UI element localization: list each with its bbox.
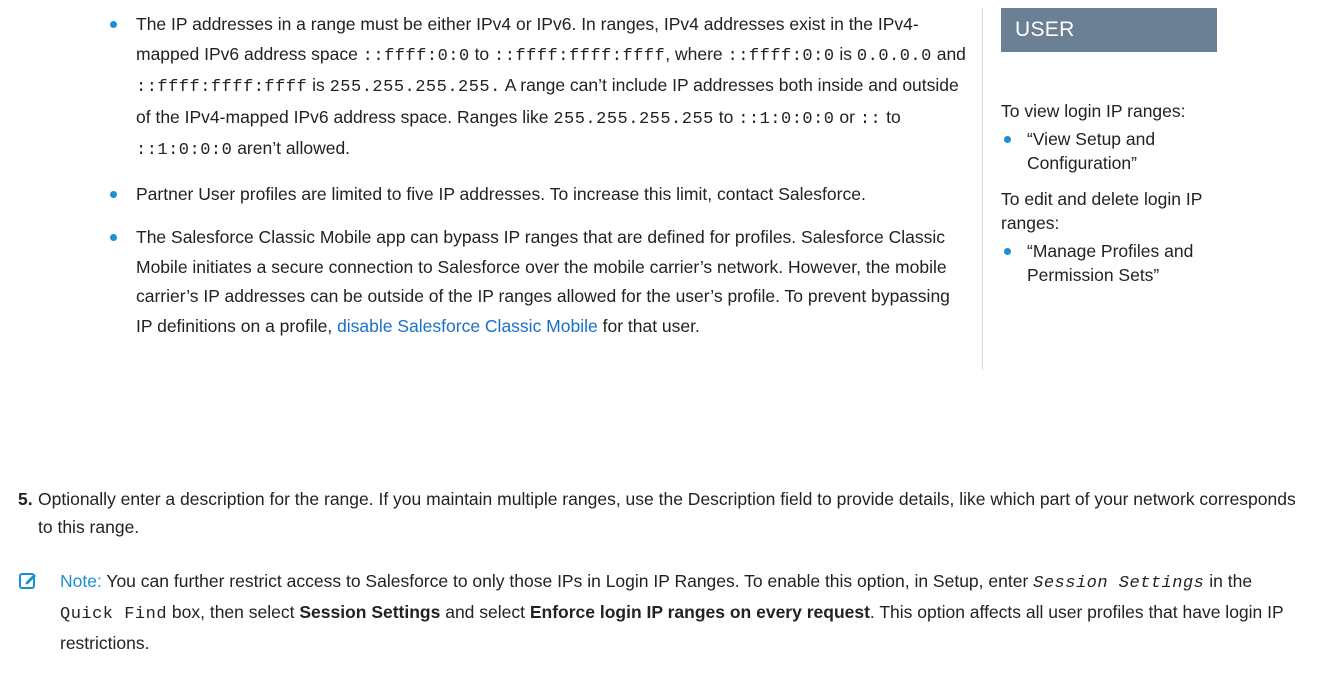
- code-text: 255.255.255.255.: [329, 78, 501, 97]
- note-text: Note: You can further restrict access to…: [60, 571, 1284, 653]
- requirements-list: The IP addresses in a range must be eith…: [110, 10, 970, 355]
- note-edit-icon: [18, 570, 38, 590]
- code-text: ::ffff:0:0: [727, 46, 835, 66]
- list-item: The IP addresses in a range must be eith…: [110, 10, 970, 166]
- step-5: 5. Optionally enter a description for th…: [18, 485, 1308, 541]
- bullet-dot: [1004, 136, 1011, 143]
- code-text: ::1:0:0:0: [136, 141, 233, 160]
- code-text: 255.255.255.255: [553, 109, 714, 129]
- code-text: ::ffff:ffff:ffff: [136, 78, 308, 97]
- code-text: ::ffff:ffff:ffff: [494, 46, 666, 66]
- list-item: The Salesforce Classic Mobile app can by…: [110, 223, 970, 341]
- code-text: Session Settings: [1033, 574, 1205, 593]
- code-text: ::ffff:0:0: [362, 46, 470, 66]
- disable-classic-mobile-link[interactable]: disable Salesforce Classic Mobile: [337, 316, 598, 336]
- note-label: Note:: [60, 571, 102, 591]
- code-text: ::1:0:0:0: [738, 109, 835, 129]
- code-text: 0.0.0.0: [856, 46, 932, 66]
- view-permission-intro: To view login IP ranges:: [1001, 101, 1186, 121]
- note-callout: Note: You can further restrict access to…: [18, 567, 1308, 657]
- edit-permission-item: “Manage Profiles and Permission Sets”: [1001, 239, 1263, 287]
- bold-text: Session Settings: [299, 602, 441, 622]
- bold-text: Enforce login IP ranges on every request: [529, 602, 870, 622]
- code-text: Quick Find: [60, 605, 168, 624]
- bullet-dot: [110, 234, 117, 241]
- list-item: Partner User profiles are limited to fiv…: [110, 180, 970, 210]
- code-text: ::: [859, 109, 882, 129]
- user-permissions-title: USER PERMISSIONS: [1001, 8, 1217, 85]
- user-permissions-panel: USER PERMISSIONS To view login IP ranges…: [982, 8, 1245, 370]
- view-permission-item: “View Setup and Configuration”: [1001, 127, 1263, 175]
- bullet-dot: [1004, 248, 1011, 255]
- bullet-dot: [110, 21, 117, 28]
- bullet-dot: [110, 190, 117, 198]
- step-text: Optionally enter a description for the r…: [38, 489, 1296, 537]
- step-number: 5.: [18, 489, 33, 509]
- edit-permission-intro: To edit and delete login IP ranges:: [1001, 189, 1203, 233]
